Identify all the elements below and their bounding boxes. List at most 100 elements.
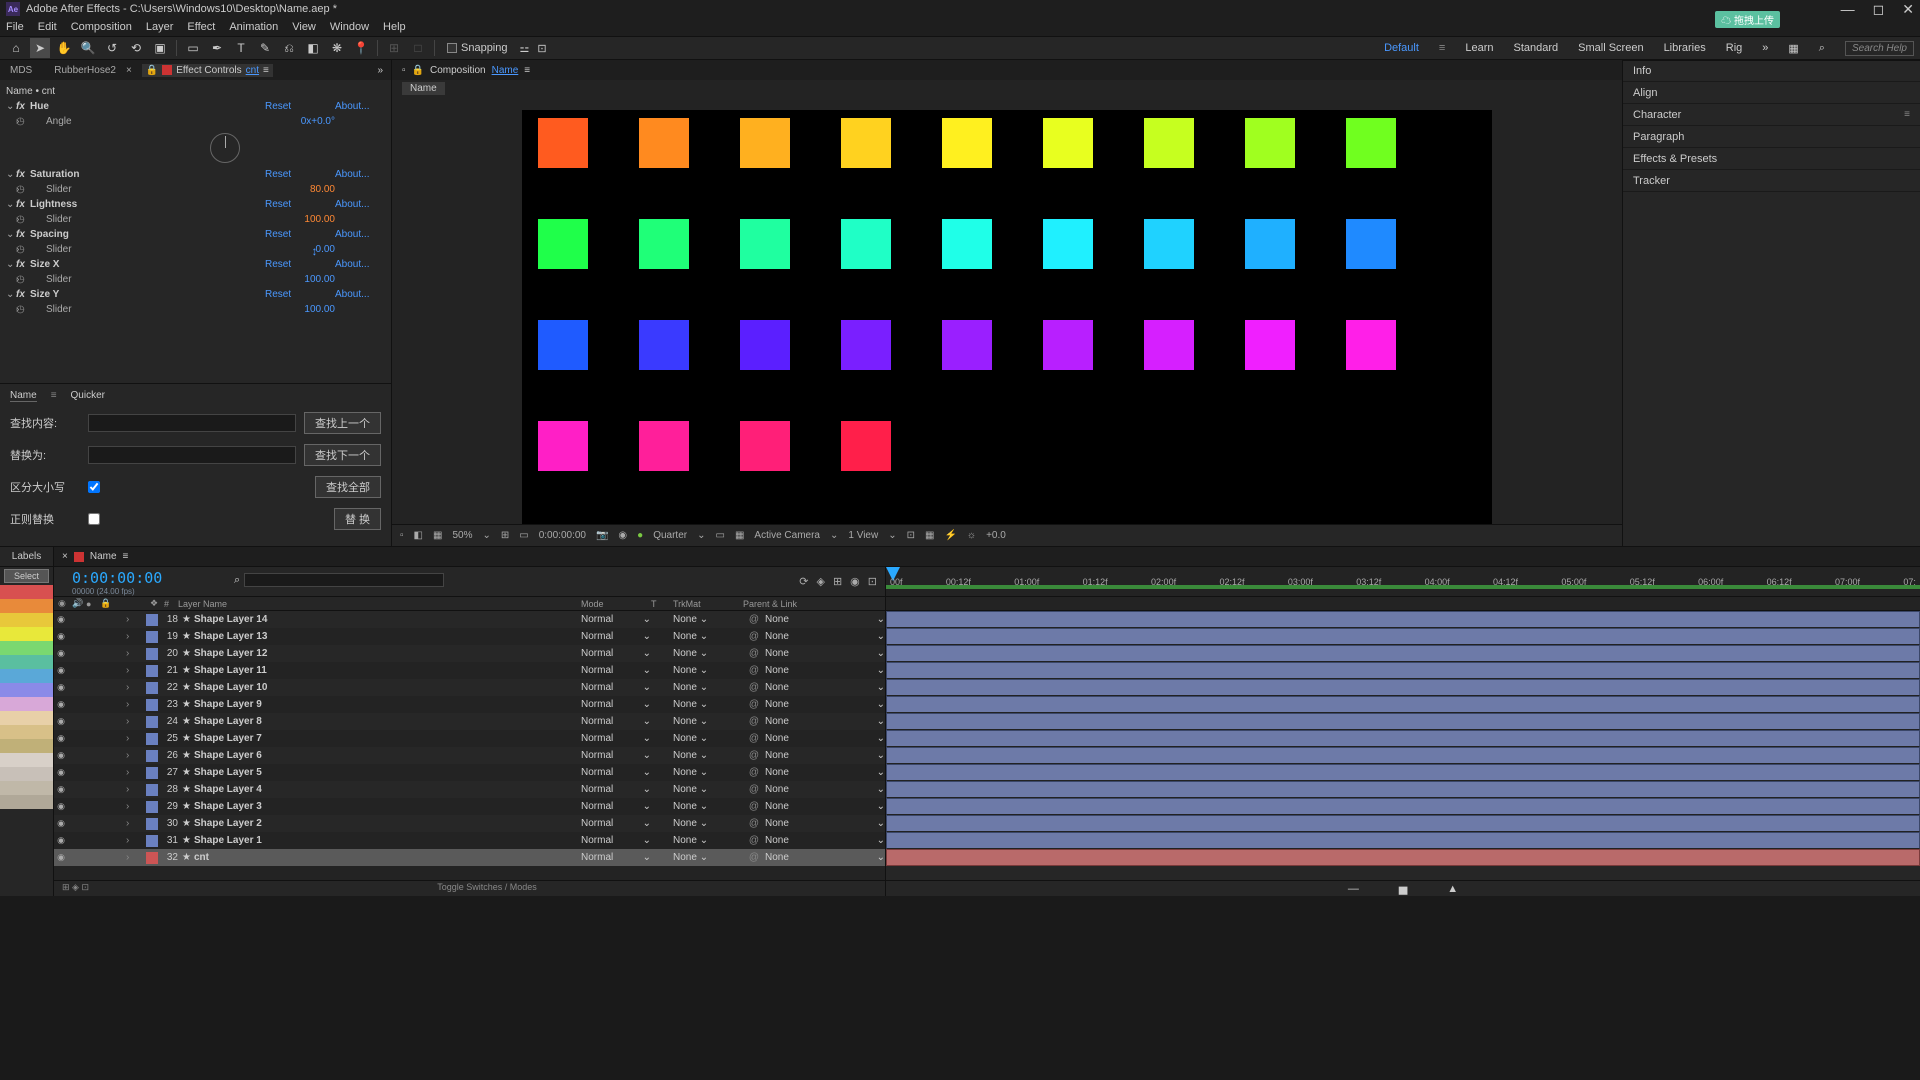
layer-name[interactable]: Shape Layer 11	[194, 665, 581, 676]
case-checkbox[interactable]	[88, 481, 100, 493]
layer-search-input[interactable]	[244, 573, 444, 587]
shape-layer-square[interactable]	[1346, 320, 1396, 370]
search-help-input[interactable]: Search Help	[1845, 41, 1914, 56]
dropdown-icon[interactable]: ⌄	[643, 733, 651, 744]
dropdown-icon[interactable]: ⌄	[643, 648, 651, 659]
shape-layer-square[interactable]	[740, 421, 790, 471]
menu-window[interactable]: Window	[330, 21, 369, 33]
color-mgmt-icon[interactable]: ●	[637, 530, 643, 541]
stopwatch-icon[interactable]: ◷	[16, 304, 28, 315]
table-row[interactable]: ◉›26★Shape Layer 6Normal⌄None ⌄@None ⌄	[54, 747, 885, 764]
panel-tracker[interactable]: Tracker	[1623, 170, 1920, 192]
channel-icon[interactable]: ◉	[618, 530, 627, 541]
shape-layer-square[interactable]	[1144, 320, 1194, 370]
roi-icon[interactable]: ▭	[716, 530, 725, 541]
mode-dropdown[interactable]: Normal	[581, 750, 643, 761]
layer-duration-bar[interactable]	[886, 611, 1920, 628]
dropdown-icon[interactable]: ⌄	[700, 631, 708, 642]
dropdown-icon[interactable]: ⌄	[700, 767, 708, 778]
twirl-icon[interactable]: ›	[6, 274, 16, 285]
panel-menu-icon[interactable]: ≡	[1904, 109, 1910, 120]
close-button[interactable]: ✕	[1902, 1, 1914, 18]
dropdown-icon[interactable]: ⌄	[643, 784, 651, 795]
zoom-value[interactable]: 50%	[452, 530, 472, 541]
pickwhip-icon[interactable]: @	[743, 767, 765, 778]
twirl-icon[interactable]: ›	[6, 214, 16, 225]
table-row[interactable]: ◉›21★Shape Layer 11Normal⌄None ⌄@None ⌄	[54, 662, 885, 679]
puppet-tool[interactable]: 📍	[351, 38, 371, 58]
tab-rubberhose[interactable]: RubberHose2	[48, 63, 122, 78]
dropdown-icon[interactable]: ⌄	[877, 699, 885, 710]
table-row[interactable]: ◉›18★Shape Layer 14Normal⌄None ⌄@None ⌄	[54, 611, 885, 628]
visibility-icon[interactable]: ◉	[54, 699, 68, 710]
about-button[interactable]: About...	[335, 229, 385, 240]
parent-dropdown[interactable]: None	[765, 835, 789, 846]
trkmat-dropdown[interactable]: None	[673, 767, 697, 778]
menu-view[interactable]: View	[292, 21, 316, 33]
dropdown-icon[interactable]: ⌄	[877, 767, 885, 778]
zoom-dropdown-icon[interactable]: ⌄	[482, 530, 490, 541]
toggle-switches-button[interactable]: Toggle Switches / Modes	[437, 882, 537, 892]
shape-layer-square[interactable]	[538, 421, 588, 471]
dropdown-icon[interactable]: ⌄	[643, 767, 651, 778]
fx-icon[interactable]: fx	[16, 259, 30, 270]
mode-dropdown[interactable]: Normal	[581, 733, 643, 744]
layer-label-swatch[interactable]	[146, 631, 158, 643]
layer-duration-bar[interactable]	[886, 815, 1920, 832]
layer-duration-bar[interactable]	[886, 781, 1920, 798]
table-row[interactable]: ◉›32★cntNormal⌄None ⌄@None ⌄	[54, 849, 885, 866]
share-icon[interactable]: ⊡	[907, 530, 915, 541]
twirl-icon[interactable]: ›	[126, 665, 136, 676]
shape-layer-square[interactable]	[538, 118, 588, 168]
angle-control[interactable]	[210, 133, 240, 163]
layer-name[interactable]: Shape Layer 4	[194, 784, 581, 795]
transparency-icon[interactable]: ▦	[735, 530, 744, 541]
dropdown-icon[interactable]: ⌄	[877, 631, 885, 642]
reset-button[interactable]: Reset	[265, 101, 335, 112]
dropdown-icon[interactable]: ⌄	[877, 648, 885, 659]
reset-button[interactable]: Reset	[265, 199, 335, 210]
layer-name[interactable]: Shape Layer 5	[194, 767, 581, 778]
visibility-icon[interactable]: ◉	[54, 614, 68, 625]
label-color-swatch[interactable]	[0, 739, 53, 753]
mode-dropdown[interactable]: Normal	[581, 835, 643, 846]
label-color-swatch[interactable]	[0, 641, 53, 655]
alpha-icon[interactable]: ◧	[414, 530, 423, 541]
table-row[interactable]: ◉›23★Shape Layer 9Normal⌄None ⌄@None ⌄	[54, 696, 885, 713]
mode-dropdown[interactable]: Normal	[581, 665, 643, 676]
twirl-icon[interactable]: ⌄	[6, 169, 16, 180]
dropdown-icon[interactable]: ⌄	[700, 716, 708, 727]
stopwatch-icon[interactable]: ◷	[16, 214, 28, 225]
twirl-icon[interactable]: ›	[126, 852, 136, 863]
brush-tool[interactable]: ✎	[255, 38, 275, 58]
pickwhip-icon[interactable]: @	[743, 852, 765, 863]
parent-dropdown[interactable]: None	[765, 784, 789, 795]
shape-layer-square[interactable]	[740, 118, 790, 168]
exposure-icon[interactable]: ☼	[967, 530, 976, 541]
visibility-icon[interactable]: ◉	[54, 665, 68, 676]
parent-dropdown[interactable]: None	[765, 818, 789, 829]
panel-paragraph[interactable]: Paragraph	[1623, 126, 1920, 148]
twirl-icon[interactable]: ›	[6, 116, 16, 127]
effect-name[interactable]: Lightness	[30, 199, 265, 210]
layer-duration-bar[interactable]	[886, 730, 1920, 747]
dropdown-icon[interactable]: ⌄	[643, 818, 651, 829]
mode-dropdown[interactable]: Normal	[581, 682, 643, 693]
layer-name[interactable]: Shape Layer 14	[194, 614, 581, 625]
shape-layer-square[interactable]	[639, 421, 689, 471]
text-tool[interactable]: T	[231, 38, 251, 58]
shape-layer-square[interactable]	[1043, 320, 1093, 370]
layer-name[interactable]: Shape Layer 12	[194, 648, 581, 659]
label-color-swatch[interactable]	[0, 767, 53, 781]
label-color-swatch[interactable]	[0, 697, 53, 711]
table-row[interactable]: ◉›27★Shape Layer 5Normal⌄None ⌄@None ⌄	[54, 764, 885, 781]
find-tab-quicker[interactable]: Quicker	[71, 390, 105, 402]
camera-tool[interactable]: ▣	[150, 38, 170, 58]
parent-dropdown[interactable]: None	[765, 750, 789, 761]
parent-dropdown[interactable]: None	[765, 648, 789, 659]
panel-align[interactable]: Align	[1623, 82, 1920, 104]
dropdown-icon[interactable]: ⌄	[877, 801, 885, 812]
layer-duration-bar[interactable]	[886, 798, 1920, 815]
labels-select-button[interactable]: Select	[4, 569, 49, 583]
layer-label-swatch[interactable]	[146, 614, 158, 626]
